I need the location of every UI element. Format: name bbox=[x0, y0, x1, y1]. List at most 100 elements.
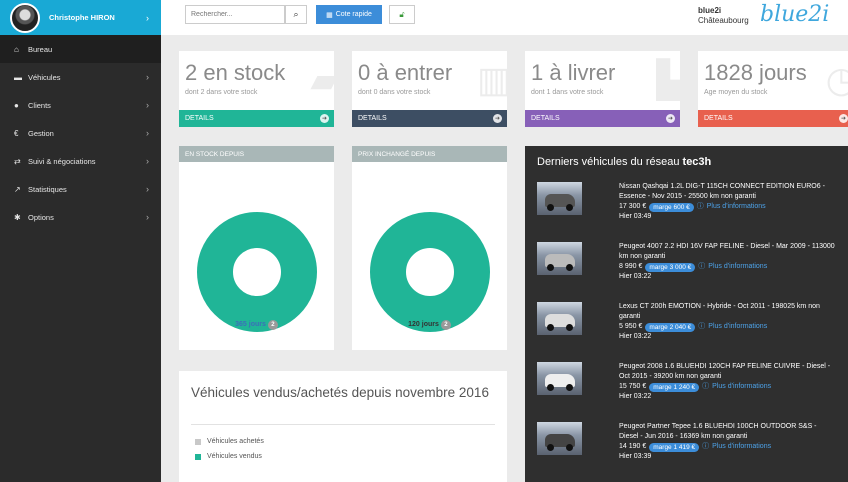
stat-subtitle: Age moyen du stock bbox=[704, 89, 768, 96]
search-input[interactable] bbox=[185, 5, 285, 24]
sold-bought-panel: Véhicules vendus/achetés depuis novembre… bbox=[179, 371, 507, 482]
donut-ring bbox=[370, 212, 490, 332]
avatar bbox=[10, 2, 40, 33]
more-info-link[interactable]: Plus d'informations bbox=[708, 262, 767, 272]
list-item[interactable]: Peugeot 4007 2.2 HDI 16V FAP FELINE - Di… bbox=[537, 242, 837, 302]
info-icon: ⓘ bbox=[702, 443, 710, 450]
car-time: Hier 03:49 bbox=[619, 213, 652, 220]
network-name: tec3h bbox=[682, 156, 712, 168]
car-info: Peugeot Partner Tepee 1.6 BLUEHDI 100CH … bbox=[619, 422, 837, 462]
car-price: 15 750 € bbox=[619, 383, 647, 390]
sidebar-item-6[interactable]: ✱ Options › bbox=[0, 203, 161, 231]
chevron-right-icon: › bbox=[146, 212, 149, 222]
car-price-row: 14 190 € marge 1 419 € ⓘ Plus d'information… bbox=[619, 442, 837, 452]
sidebar-item-label: Véhicules bbox=[28, 72, 61, 82]
donut-value: 365 jours bbox=[235, 321, 266, 328]
network-title-prefix: Derniers véhicules du réseau bbox=[537, 156, 680, 168]
margin-badge: marge 600 € bbox=[649, 202, 694, 212]
car-price-row: 5 950 € marge 2 040 € ⓘ Plus d'informations bbox=[619, 322, 837, 332]
stat-subtitle: dont 1 dans votre stock bbox=[531, 89, 604, 96]
info-icon: ⓘ bbox=[698, 323, 706, 330]
arrow-right-icon: ➜ bbox=[666, 114, 675, 123]
euro-icon: € bbox=[14, 128, 19, 138]
more-info-link[interactable]: Plus d'informations bbox=[712, 382, 771, 392]
more-info-link[interactable]: Plus d'informations bbox=[708, 322, 767, 332]
margin-badge: marge 2 040 € bbox=[645, 322, 696, 332]
sidebar-item-label: Suivi & négociations bbox=[28, 156, 96, 166]
car-thumbnail[interactable] bbox=[537, 182, 582, 215]
details-button[interactable]: DETAILS ➜ bbox=[352, 110, 507, 127]
stat-subtitle: dont 2 dans votre stock bbox=[185, 89, 258, 96]
user-menu[interactable]: Christophe HIRON › bbox=[0, 0, 161, 35]
details-label: DETAILS bbox=[358, 115, 387, 122]
list-item[interactable]: Peugeot 2008 1.6 BLUEHDI 120CH FAP FELIN… bbox=[537, 362, 837, 422]
lock-button[interactable]: 🔓︎ bbox=[389, 5, 415, 24]
donut-label: 120 jours 2 bbox=[352, 320, 507, 330]
donut-header: EN STOCK DEPUIS bbox=[179, 146, 334, 162]
more-info-link[interactable]: Plus d'informations bbox=[712, 442, 771, 452]
more-info-link[interactable]: Plus d'informations bbox=[707, 202, 766, 212]
donut-card: PRIX INCHANGÉ DEPUIS 120 jours 2 bbox=[352, 146, 507, 350]
car-description: Peugeot Partner Tepee 1.6 BLUEHDI 100CH … bbox=[619, 423, 817, 440]
details-button[interactable]: DETAILS ➜ bbox=[698, 110, 848, 127]
network-title: Derniers véhicules du réseau tec3h bbox=[537, 156, 711, 168]
list-item[interactable]: Peugeot Partner Tepee 1.6 BLUEHDI 100CH … bbox=[537, 422, 837, 482]
car-info: Lexus CT 200h EMOTION - Hybride - Oct 20… bbox=[619, 302, 837, 342]
legend-item: Véhicules vendus bbox=[195, 453, 262, 460]
arrow-right-icon: ➜ bbox=[839, 114, 848, 123]
legend-swatch bbox=[195, 453, 201, 460]
clock-icon: ◷ bbox=[825, 59, 848, 100]
sidebar-item-1[interactable]: ▬ Véhicules › bbox=[0, 63, 161, 91]
sidebar-item-3[interactable]: € Gestion › bbox=[0, 119, 161, 147]
quick-quote-label: Cote rapide bbox=[335, 11, 372, 18]
car-thumbnail[interactable] bbox=[537, 362, 582, 395]
site-name: blue2i bbox=[698, 6, 722, 15]
sidebar-item-label: Bureau bbox=[28, 44, 53, 54]
car-price-row: 17 300 € marge 600 € ⓘ Plus d'informations bbox=[619, 202, 837, 212]
car-price-row: 15 750 € marge 1 240 € ⓘ Plus d'information… bbox=[619, 382, 837, 392]
search-button[interactable]: ⌕ bbox=[285, 5, 307, 24]
car-thumbnail[interactable] bbox=[537, 422, 582, 455]
sidebar-item-2[interactable]: ● Clients › bbox=[0, 91, 161, 119]
margin-badge: marge 1 240 € bbox=[649, 382, 700, 392]
stat-value: 0 à entrer bbox=[358, 60, 453, 85]
details-button[interactable]: DETAILS ➜ bbox=[525, 110, 680, 127]
count-badge: 2 bbox=[440, 320, 451, 330]
car-icon: ▰ bbox=[310, 59, 334, 100]
unlock-icon: 🔓︎ bbox=[399, 9, 405, 19]
info-icon: ⓘ bbox=[696, 203, 704, 210]
chevron-right-icon: › bbox=[146, 72, 149, 82]
sidebar-item-label: Statistiques bbox=[28, 184, 67, 194]
stat-value: 1828 jours bbox=[704, 60, 807, 85]
stat-value: 2 en stock bbox=[185, 60, 286, 85]
arrow-right-icon: ➜ bbox=[320, 114, 329, 123]
list-item[interactable]: Nissan Qashqai 1.2L DIG-T 115CH CONNECT … bbox=[537, 182, 837, 242]
car-thumbnail[interactable] bbox=[537, 302, 582, 335]
legend-label: Véhicules achetés bbox=[207, 438, 264, 445]
car-price: 17 300 € bbox=[619, 203, 647, 210]
car-price-row: 8 990 € marge 3 000 € ⓘ Plus d'informations bbox=[619, 262, 837, 272]
sidebar-item-5[interactable]: ↗ Statistiques › bbox=[0, 175, 161, 203]
donut-chart bbox=[370, 212, 490, 332]
car-info: Nissan Qashqai 1.2L DIG-T 115CH CONNECT … bbox=[619, 182, 837, 222]
car-price: 14 190 € bbox=[619, 443, 647, 450]
car-time: Hier 03:22 bbox=[619, 393, 652, 400]
info-icon: ⓘ bbox=[702, 383, 710, 390]
legend-swatch bbox=[195, 438, 201, 445]
sidebar-item-4[interactable]: ⇄ Suivi & négociations › bbox=[0, 147, 161, 175]
sidebar-item-0[interactable]: ⌂ Bureau bbox=[0, 35, 161, 63]
chevron-right-icon: › bbox=[146, 12, 149, 23]
list-item[interactable]: Lexus CT 200h EMOTION - Hybride - Oct 20… bbox=[537, 302, 837, 362]
legend-label: Véhicules vendus bbox=[207, 453, 262, 460]
details-label: DETAILS bbox=[704, 115, 733, 122]
stat-subtitle: dont 0 dans votre stock bbox=[358, 89, 431, 96]
site-info: blue2i Châteaubourg bbox=[698, 6, 749, 26]
quick-quote-button[interactable]: ▦ Cote rapide bbox=[316, 5, 382, 24]
car-description: Nissan Qashqai 1.2L DIG-T 115CH CONNECT … bbox=[619, 183, 825, 200]
car-thumbnail[interactable] bbox=[537, 242, 582, 275]
garage-icon: ▥ bbox=[476, 59, 507, 100]
calculator-icon: ▦ bbox=[326, 11, 333, 19]
donut-card: EN STOCK DEPUIS 365 jours 2 bbox=[179, 146, 334, 350]
details-button[interactable]: DETAILS ➜ bbox=[179, 110, 334, 127]
truck-icon: ▙ bbox=[656, 59, 680, 100]
